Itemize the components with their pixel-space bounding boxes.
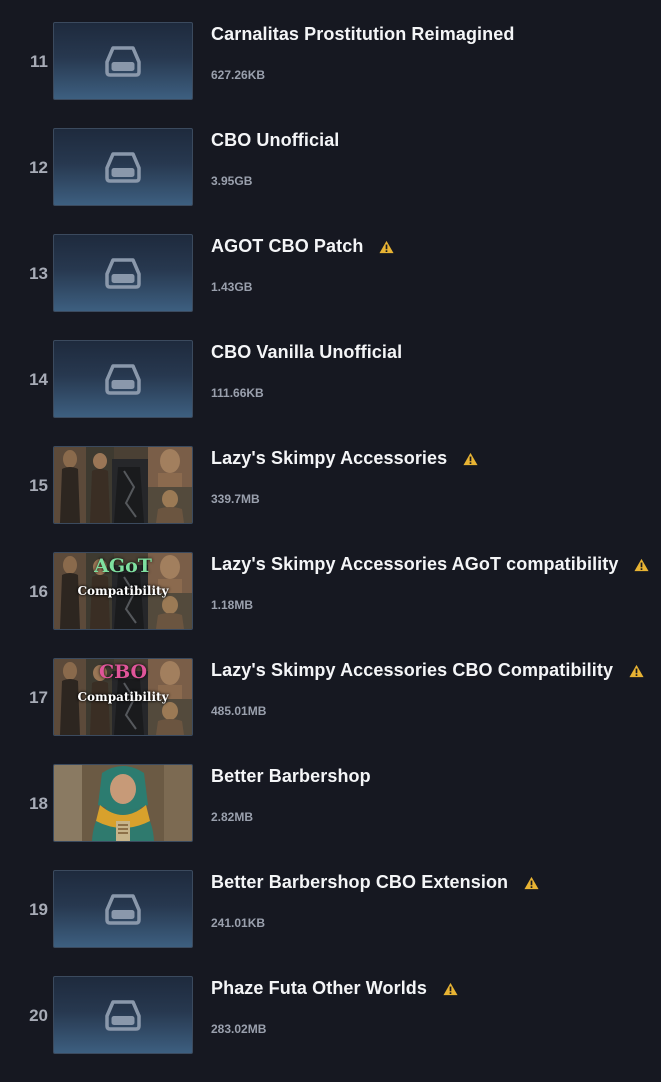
mod-size: 485.01MB <box>211 704 267 718</box>
mod-size: 1.43GB <box>211 280 253 294</box>
mod-thumbnail[interactable] <box>53 128 193 206</box>
warning-icon[interactable] <box>443 982 458 996</box>
mod-title[interactable]: AGOT CBO Patch <box>211 236 363 257</box>
list-item[interactable]: 18 Better Barbershop 2.82MB <box>0 764 661 870</box>
character-portrait-image <box>54 765 192 841</box>
mod-title[interactable]: Better Barbershop <box>211 766 371 787</box>
list-item[interactable]: 20 Phaze Futa Other Worlds 283.02MB <box>0 976 661 1082</box>
mod-thumbnail[interactable] <box>53 234 193 312</box>
mod-title-line: CBO Vanilla Unofficial <box>211 342 402 363</box>
list-item[interactable]: 19 Better Barbershop CBO Extension 241.01K… <box>0 870 661 976</box>
mod-title[interactable]: Lazy's Skimpy Accessories AGoT compatibi… <box>211 554 618 575</box>
warning-icon[interactable] <box>524 876 539 890</box>
mod-thumbnail[interactable] <box>53 22 193 100</box>
item-index: 16 <box>29 582 48 601</box>
armor-collage-image <box>54 447 192 523</box>
mod-size: 3.95GB <box>211 174 253 188</box>
item-index: 13 <box>29 264 48 283</box>
mod-thumbnail[interactable] <box>53 340 193 418</box>
mod-thumbnail[interactable] <box>53 764 193 842</box>
mod-title[interactable]: CBO Unofficial <box>211 130 339 151</box>
mod-size: 283.02MB <box>211 1022 267 1036</box>
drive-icon <box>105 894 141 925</box>
mod-thumbnail[interactable]: AGoT Compatibility <box>53 552 193 630</box>
mod-title[interactable]: Better Barbershop CBO Extension <box>211 872 508 893</box>
item-index: 11 <box>30 52 48 71</box>
list-item[interactable]: 11 Carnalitas Prostitution Reimagined 627.… <box>0 22 661 128</box>
mod-size: 2.82MB <box>211 810 254 824</box>
thumbnail-overlay-subtitle: Compatibility <box>77 584 169 598</box>
mod-title-line: Lazy's Skimpy Accessories <box>211 448 478 469</box>
mod-size: 241.01KB <box>211 916 266 930</box>
thumbnail-overlay-title: AGoT <box>94 555 152 577</box>
mod-size: 627.26KB <box>211 68 266 82</box>
thumbnail-overlay-subtitle: Compatibility <box>77 690 169 704</box>
list-item[interactable]: 12 CBO Unofficial 3.95GB <box>0 128 661 234</box>
item-index: 14 <box>29 370 48 389</box>
mod-size: 339.7MB <box>211 492 260 506</box>
mod-title-line: AGOT CBO Patch <box>211 236 394 257</box>
mod-thumbnail[interactable] <box>53 446 193 524</box>
mod-title-line: Lazy's Skimpy Accessories AGoT compatibi… <box>211 554 650 575</box>
mod-title-line: Phaze Futa Other Worlds <box>211 978 458 999</box>
list-item[interactable]: 16 AGoT Compatibility Lazy's Skimpy Accesso… <box>0 552 661 658</box>
item-index: 17 <box>29 688 48 707</box>
item-index: 18 <box>29 794 48 813</box>
list-item[interactable]: 17 CBO Compatibility Lazy's Skimpy Accessor… <box>0 658 661 764</box>
mod-title-line: Better Barbershop <box>211 766 371 787</box>
item-index: 12 <box>29 158 48 177</box>
item-index: 19 <box>29 900 48 919</box>
mod-thumbnail[interactable]: CBO Compatibility <box>53 658 193 736</box>
warning-icon[interactable] <box>463 452 478 466</box>
mod-title-line: Lazy's Skimpy Accessories CBO Compatibil… <box>211 660 644 681</box>
mod-thumbnail[interactable] <box>53 976 193 1054</box>
warning-icon[interactable] <box>634 558 650 572</box>
drive-icon <box>105 364 141 395</box>
list-item[interactable]: 13 AGOT CBO Patch 1.43GB <box>0 234 661 340</box>
warning-icon[interactable] <box>379 240 394 254</box>
item-index: 20 <box>29 1006 48 1025</box>
warning-icon[interactable] <box>629 664 644 678</box>
drive-icon <box>105 258 141 289</box>
list-item[interactable]: 14 CBO Vanilla Unofficial 111.66KB <box>0 340 661 446</box>
item-index: 15 <box>29 476 48 495</box>
mod-title[interactable]: Phaze Futa Other Worlds <box>211 978 427 999</box>
thumbnail-overlay-title: CBO <box>98 661 148 683</box>
mod-title-line: CBO Unofficial <box>211 130 339 151</box>
mod-list: 11 Carnalitas Prostitution Reimagined 627.… <box>0 22 661 1082</box>
mod-title-line: Carnalitas Prostitution Reimagined <box>211 24 514 45</box>
list-item[interactable]: 15 Lazy's Skimpy Accessories 339.7MB <box>0 446 661 552</box>
mod-thumbnail[interactable] <box>53 870 193 948</box>
mod-title[interactable]: Lazy's Skimpy Accessories CBO Compatibil… <box>211 660 613 681</box>
mod-title[interactable]: Carnalitas Prostitution Reimagined <box>211 24 514 45</box>
drive-icon <box>105 152 141 183</box>
mod-title-line: Better Barbershop CBO Extension <box>211 872 539 893</box>
mod-title[interactable]: Lazy's Skimpy Accessories <box>211 448 447 469</box>
mod-title[interactable]: CBO Vanilla Unofficial <box>211 342 402 363</box>
mod-size: 1.18MB <box>211 598 254 612</box>
drive-icon <box>105 46 141 77</box>
drive-icon <box>105 1000 141 1031</box>
mod-size: 111.66KB <box>211 386 264 400</box>
